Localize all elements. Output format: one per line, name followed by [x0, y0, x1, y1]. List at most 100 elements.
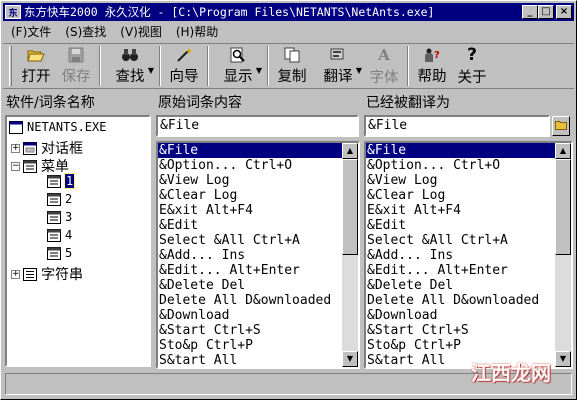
menu-icon [47, 192, 61, 206]
scroll-thumb[interactable] [555, 159, 571, 255]
maximize-button[interactable]: □ [538, 5, 554, 19]
help-label: 帮助 [417, 69, 447, 85]
tree-item-menu-3[interactable]: 3 [47, 210, 72, 224]
menu-icon [47, 210, 61, 224]
window-controls: _ □ × [522, 5, 572, 19]
display-label: 显示 [223, 69, 253, 85]
target-list-items: &File &Option... Ctrl+O &View Log &Clear Lo… [366, 143, 555, 367]
target-list-item[interactable]: &Download [366, 308, 555, 323]
floppy-icon [66, 46, 86, 63]
tree-item-menus-label: 菜单 [41, 159, 69, 175]
translate-icon [328, 46, 348, 63]
find-dropdown-icon[interactable]: ▼ [148, 66, 154, 75]
target-list-item[interactable]: &Edit... Alt+Enter [366, 263, 555, 278]
source-list-item[interactable]: E&xit Alt+F4 [158, 203, 342, 218]
source-list-item[interactable]: &File [158, 143, 342, 158]
tree-pane-header: 软件/词条名称 [6, 95, 95, 111]
target-list-item[interactable]: &File [366, 143, 555, 158]
string-table-icon [23, 267, 37, 281]
target-list-item[interactable]: &Delete Del [366, 278, 555, 293]
collapse-icon[interactable]: − [11, 161, 20, 171]
target-list-item[interactable]: &Start Ctrl+S [366, 323, 555, 338]
font-button[interactable]: A 字体 [364, 44, 404, 86]
scroll-down-icon[interactable]: ▼ [555, 351, 571, 367]
expand-icon[interactable]: + [11, 269, 20, 279]
target-list-item[interactable]: &Edit [366, 218, 555, 233]
app-icon[interactable]: 东 [5, 5, 21, 19]
menu-help[interactable]: (H)帮助 [168, 23, 224, 40]
tree-item-menus[interactable]: − 菜单 [11, 156, 69, 176]
source-text-field[interactable]: &File [156, 115, 359, 137]
scroll-up-icon[interactable]: ▲ [555, 143, 571, 159]
source-list[interactable]: &File &Option... Ctrl+O &View Log &Clear Lo… [156, 141, 360, 369]
target-list-item[interactable]: E&xit Alt+F4 [366, 203, 555, 218]
translate-button[interactable]: 翻译 ▼ [312, 44, 364, 86]
source-list-item[interactable]: &Download [158, 308, 342, 323]
display-button[interactable]: 显示 ▼ [212, 44, 264, 86]
scroll-down-icon[interactable]: ▼ [342, 351, 358, 367]
tree-item-menu-4-label: 4 [65, 228, 73, 242]
source-list-item[interactable]: &Delete Del [158, 278, 342, 293]
find-button[interactable]: 查找 ▼ [104, 44, 156, 86]
source-list-item[interactable]: Delete All D&ownloaded [158, 293, 342, 308]
source-list-item[interactable]: &Edit... Alt+Enter [158, 263, 342, 278]
resource-tree[interactable]: NETANTS.EXE + 对话框 − 菜单 1 2 3 4 5 + 字符串 [5, 115, 151, 367]
tree-item-strings[interactable]: + 字符串 [11, 264, 83, 284]
tree-item-menu-3-label: 3 [65, 210, 73, 224]
target-list-item[interactable]: &View Log [366, 173, 555, 188]
display-dropdown-icon[interactable]: ▼ [256, 66, 262, 75]
tree-item-strings-label: 字符串 [41, 267, 83, 283]
title-bar[interactable]: 东 东方快车2000 永久汉化 - [C:\Program Files\NETA… [3, 3, 574, 21]
target-list[interactable]: &File &Option... Ctrl+O &View Log &Clear Lo… [364, 141, 573, 369]
about-button[interactable]: ? 关于 [452, 44, 492, 86]
target-text-field[interactable]: &File [364, 115, 550, 137]
expand-icon[interactable]: + [11, 143, 20, 153]
watermark: 江西龙网 [471, 361, 551, 385]
source-list-item[interactable]: &Add... Ins [158, 248, 342, 263]
tree-item-dialogs[interactable]: + 对话框 [11, 138, 83, 158]
menu-search[interactable]: (S)查找 [57, 23, 112, 40]
close-button[interactable]: × [556, 5, 572, 19]
tree-item-menu-4[interactable]: 4 [47, 228, 72, 242]
target-list-item[interactable]: &Clear Log [366, 188, 555, 203]
scroll-thumb[interactable] [342, 159, 358, 255]
target-list-item[interactable]: &Option... Ctrl+O [366, 158, 555, 173]
source-list-item[interactable]: &View Log [158, 173, 342, 188]
copy-icon [282, 46, 302, 63]
source-list-items: &File &Option... Ctrl+O &View Log &Clear Lo… [158, 143, 342, 367]
window-title: 东方快车2000 永久汉化 - [C:\Program Files\NETANT… [24, 5, 435, 19]
tree-item-menu-5[interactable]: 5 [47, 246, 72, 260]
copy-button[interactable]: 复制 [272, 44, 312, 86]
target-scrollbar[interactable]: ▲ ▼ [555, 143, 571, 367]
target-list-item[interactable]: Select &All Ctrl+A [366, 233, 555, 248]
save-label: 保存 [61, 69, 91, 85]
source-scrollbar[interactable]: ▲ ▼ [342, 143, 358, 367]
menu-view[interactable]: (V)视图 [112, 23, 168, 40]
translate-dropdown-icon[interactable]: ▼ [356, 66, 362, 75]
source-list-item[interactable]: &Start Ctrl+S [158, 323, 342, 338]
tree-item-menu-1[interactable]: 1 [47, 173, 76, 189]
save-button[interactable]: 保存 [56, 44, 96, 86]
toolbar-grip[interactable] [9, 46, 12, 86]
menu-file[interactable]: (F)文件 [3, 23, 57, 40]
tree-item-menu-2[interactable]: 2 [47, 192, 72, 206]
target-list-item[interactable]: Delete All D&ownloaded [366, 293, 555, 308]
browse-button[interactable] [552, 116, 570, 136]
open-button[interactable]: 打开 [16, 44, 56, 86]
source-list-item[interactable]: &Option... Ctrl+O [158, 158, 342, 173]
scroll-up-icon[interactable]: ▲ [342, 143, 358, 159]
target-list-item[interactable]: Sto&p Ctrl+P [366, 338, 555, 353]
tree-root[interactable]: NETANTS.EXE [9, 120, 106, 134]
target-list-item[interactable]: &Add... Ins [366, 248, 555, 263]
source-list-item[interactable]: S&tart All [158, 353, 342, 367]
source-list-item[interactable]: Sto&p Ctrl+P [158, 338, 342, 353]
folder-open-icon [26, 46, 46, 63]
wizard-button[interactable]: 向导 [164, 44, 204, 86]
source-list-item[interactable]: &Clear Log [158, 188, 342, 203]
source-list-item[interactable]: Select &All Ctrl+A [158, 233, 342, 248]
menu-icon [47, 174, 61, 188]
minimize-button[interactable]: _ [522, 5, 538, 19]
help-button[interactable]: ? 帮助 [412, 44, 452, 86]
source-list-item[interactable]: &Edit [158, 218, 342, 233]
folder-icon [555, 120, 567, 133]
